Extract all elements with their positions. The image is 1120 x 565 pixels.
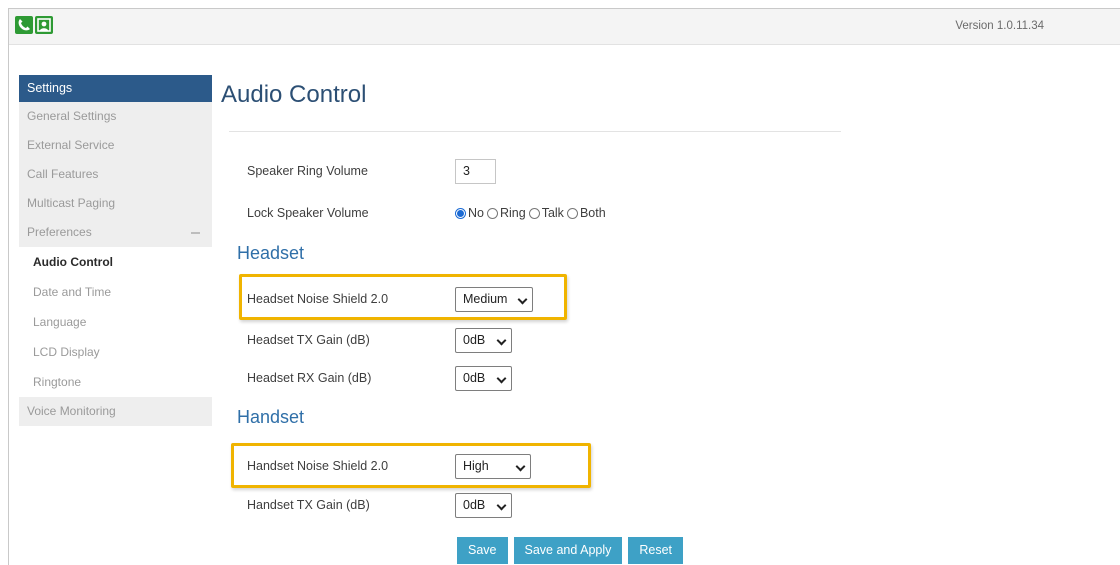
handset-tx-gain-row: Handset TX Gain (dB) 0dB (247, 491, 512, 519)
radio-option-no[interactable]: No (455, 206, 484, 220)
radio-option-talk[interactable]: Talk (528, 206, 564, 220)
top-bar: Version 1.0.11.34 (9, 9, 1120, 45)
chevron-down-icon (515, 461, 526, 471)
sidebar-item-ringtone[interactable]: Ringtone (19, 367, 212, 397)
page-title: Audio Control (221, 81, 367, 108)
headset-rx-gain-label: Headset RX Gain (dB) (247, 371, 372, 385)
sidebar-item-date-and-time[interactable]: Date and Time (19, 277, 212, 307)
sidebar-item-preferences[interactable]: Preferences (19, 218, 212, 247)
sidebar-item-call-features[interactable]: Call Features (19, 160, 212, 189)
radio-label: Both (579, 206, 606, 220)
app-frame: Version 1.0.11.34 Settings General Setti… (8, 8, 1120, 565)
speaker-ring-volume-row: Speaker Ring Volume 3 (247, 157, 496, 185)
radio-icon[interactable] (528, 207, 540, 219)
sidebar: Settings General Settings External Servi… (19, 75, 212, 426)
handset-noise-shield-row: Handset Noise Shield 2.0 High (247, 452, 531, 480)
radio-label: Talk (541, 206, 564, 220)
section-title-handset: Handset (237, 407, 305, 427)
action-buttons: Save Save and Apply Reset (457, 537, 689, 564)
headset-noise-shield-select[interactable]: Medium (455, 286, 533, 312)
lock-speaker-volume-row: Lock Speaker Volume No Ring Talk Both (247, 199, 609, 227)
radio-option-both[interactable]: Both (566, 206, 606, 220)
headset-tx-gain-label: Headset TX Gain (dB) (247, 333, 370, 347)
chevron-down-icon (496, 373, 507, 383)
select-value: High (463, 459, 489, 473)
radio-selected-icon[interactable] (455, 207, 466, 219)
sidebar-item-voice-monitoring[interactable]: Voice Monitoring (19, 397, 212, 426)
collapse-icon[interactable] (191, 232, 200, 234)
select-value: 0dB (463, 333, 486, 347)
headset-noise-shield-row: Headset Noise Shield 2.0 Medium (247, 285, 533, 313)
select-value: 0dB (463, 371, 486, 385)
lock-speaker-volume-radio-group: No Ring Talk Both (455, 206, 609, 220)
headset-noise-shield-label: Headset Noise Shield 2.0 (247, 292, 389, 306)
sidebar-item-language[interactable]: Language (19, 307, 212, 337)
reset-button[interactable]: Reset (628, 537, 684, 564)
sidebar-item-lcd-display[interactable]: LCD Display (19, 337, 212, 367)
section-title-headset: Headset (237, 243, 305, 263)
phone-handset-icon (15, 16, 33, 34)
radio-label: Ring (499, 206, 526, 220)
headset-tx-gain-select[interactable]: 0dB (455, 327, 512, 353)
radio-icon[interactable] (566, 207, 578, 219)
lock-speaker-volume-label: Lock Speaker Volume (247, 206, 369, 220)
headset-tx-gain-row: Headset TX Gain (dB) 0dB (247, 326, 512, 354)
speaker-ring-volume-label: Speaker Ring Volume (247, 164, 368, 178)
select-value: 0dB (463, 498, 486, 512)
handset-tx-gain-label: Handset TX Gain (dB) (247, 498, 370, 512)
chevron-down-icon (496, 500, 507, 510)
main-content: Audio Control Speaker Ring Volume 3 Lock… (221, 75, 841, 564)
headset-rx-gain-row: Headset RX Gain (dB) 0dB (247, 364, 512, 392)
radio-icon[interactable] (486, 207, 498, 219)
handset-noise-shield-select[interactable]: High (455, 453, 531, 479)
sidebar-item-label: Preferences (27, 225, 92, 239)
save-button[interactable]: Save (457, 537, 508, 564)
sidebar-heading[interactable]: Settings (19, 75, 212, 102)
handset-tx-gain-select[interactable]: 0dB (455, 492, 512, 518)
radio-label: No (468, 206, 484, 220)
sidebar-item-general-settings[interactable]: General Settings (19, 102, 212, 131)
speaker-ring-volume-input[interactable]: 3 (455, 158, 496, 184)
save-and-apply-button[interactable]: Save and Apply (513, 537, 623, 564)
title-divider (229, 131, 841, 132)
person-icon (35, 16, 53, 34)
sidebar-item-multicast-paging[interactable]: Multicast Paging (19, 189, 212, 218)
select-value: Medium (463, 292, 508, 306)
chevron-down-icon (496, 335, 507, 345)
version-label: Version 1.0.11.34 (955, 20, 1044, 32)
handset-noise-shield-label: Handset Noise Shield 2.0 (247, 459, 389, 473)
radio-option-ring[interactable]: Ring (486, 206, 526, 220)
headset-rx-gain-select[interactable]: 0dB (455, 365, 512, 391)
sidebar-item-external-service[interactable]: External Service (19, 131, 212, 160)
sidebar-item-audio-control[interactable]: Audio Control (19, 247, 212, 277)
chevron-down-icon (517, 294, 528, 304)
